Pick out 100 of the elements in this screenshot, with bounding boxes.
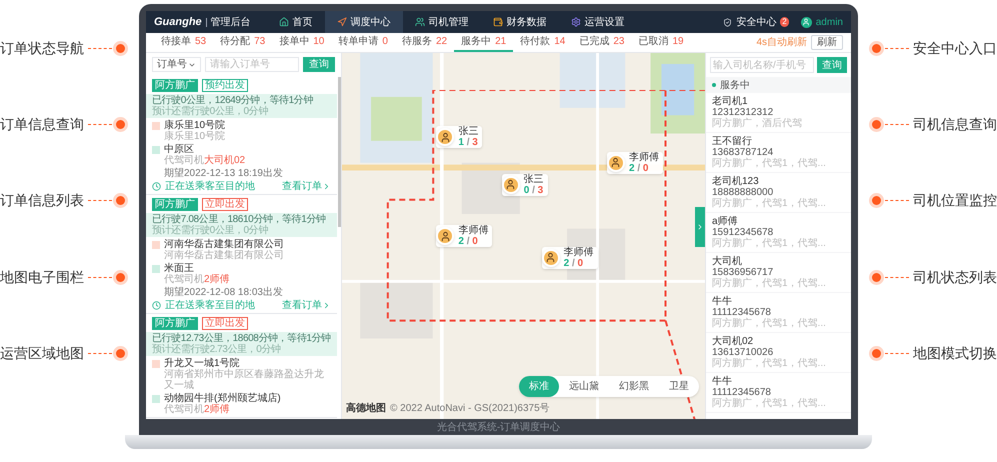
callout-label: 地图电子围栏 [0,268,84,287]
status-tab[interactable]: 待接单 53 [154,33,214,52]
wallet-icon [492,17,503,27]
map-attribution: © 2022 AutoNavi - GS(2021)6375号 [390,402,550,416]
driver-search-field[interactable]: 输入司机名称/手机号 [710,57,814,73]
driver-marker[interactable]: 李师傅 2 / 0 [436,225,492,248]
logo-subtitle: 管理后台 [210,16,251,30]
end-address: 动物园牛排(郑州颐艺城店) [164,393,281,404]
driver-list-item[interactable]: 王不留行 13683787124 阿方鹏广，代驾1，代驾... [706,133,851,173]
nav-tab[interactable]: 首页 [266,11,325,33]
driver-name: 老司机123 [712,176,760,187]
order-status: 正在送乘客至目的地 [165,181,255,192]
callout-label: 订单状态导航 [0,38,84,58]
driver-phone: 11112345678 [712,307,772,318]
driver-name: 牛牛 [712,376,733,387]
user-name[interactable]: admin [816,14,843,30]
clock-icon [152,182,161,191]
nav-tab[interactable]: 财务数据 [480,11,559,33]
driver-marker[interactable]: 李师傅 2 / 0 [542,246,598,269]
driver-marker[interactable]: 张三 0 / 3 [502,174,548,196]
callout-label: 运营区域地图 [0,344,84,364]
driver-name: 牛牛 [712,296,733,307]
order-tag: 阿方鹏广 [152,79,198,92]
driver-list-item[interactable]: 大司机 15836956717 阿方鹏广，代驾1，代驾... [706,253,851,293]
order-card[interactable]: 阿方鹏广 立即出发 已行驶12.73公里，18608分钟，等待1分钟 预计还需行驶2.73公里，0分钟 升龙又一城1号院 河南省郑州市中原区春藤路盈达升龙又一城 动物园牛排(郑州颐艺城店) 代驾司机2师傅 [146,314,337,418]
start-address-detail: 河南华磊古建集团有限公司 [164,250,284,261]
order-tag: 预约出发 [202,79,248,92]
order-count: 1 / 3 [458,137,478,148]
driver-note: 阿方鹏广，代驾1，代驾... [712,398,827,409]
driver-note: 阿方鹏广，代驾1，代驾... [712,238,827,249]
status-tab[interactable]: 已取消 19 [631,33,691,52]
status-tab[interactable]: 转单申请 0 [331,33,395,52]
driver-list-item[interactable]: 老司机123 18888888000 阿方鹏广，代驾1，代驾... [706,173,851,213]
callout-label: 司机信息查询 [913,115,997,134]
order-tag: 阿方鹏广 [152,198,198,211]
driver-list-item[interactable]: 牛牛 11112345678 阿方鹏广，代驾1，代驾... [706,293,851,333]
status-tab[interactable]: 接单中 10 [272,33,332,52]
driver-name: a师傅 [712,216,739,227]
driver-list-item[interactable]: 老司机1 12312312312 阿方鹏广，酒后代驾 [706,93,851,133]
trip-info-text: 已行驶12.73公里，18608分钟，等待1分钟 [152,333,331,344]
map-mode-tab[interactable]: 卫星 [659,376,699,397]
status-tab[interactable]: 待服务 22 [394,33,454,52]
settings-icon [570,17,581,27]
order-type-select[interactable]: 订单号 [152,57,201,72]
map-logo: 高德地图 [346,401,386,416]
order-card[interactable]: 阿方鹏广 立即出发 已行驶7.08公里，18610分钟，等待1分钟 预计还需行驶0公里，0分钟 河南华磊古建集团有限公司 河南华磊古建集团有限公司 米面王 代驾司机2师傅 期望2022-12-08 18:03出发 正在送乘客至目的地 查看订单 [146,195,337,314]
security-center-link[interactable]: 安全中心 [736,14,776,30]
nav-tab[interactable]: 运营设置 [558,11,637,33]
driver-note: 阿方鹏广，代驾1，代驾... [712,198,827,209]
refresh-button[interactable]: 刷新 [811,35,843,50]
nav-tab[interactable]: 司机管理 [402,11,481,33]
notification-badge: 2 [780,17,789,27]
order-count: 0 / 3 [524,184,544,196]
driver-text: 代驾司机大司机02 [164,155,246,166]
order-status: 正在送乘客至目的地 [165,300,255,311]
home-icon [278,17,289,27]
chevron-right-icon [322,182,331,191]
start-point-icon [152,241,160,249]
screen-caption: 光合代驾系统-订单调度中心 [436,420,560,434]
driver-avatar-icon [606,154,625,172]
map-mode-tab[interactable]: 远山黛 [559,376,609,397]
driver-name: 李师傅 [564,246,594,258]
driver-note: 阿方鹏广，代驾1，代驾... [712,318,827,329]
order-card[interactable]: 阿方鹏广 预约出发 已行驶0公里，12649分钟，等待1分钟 预计还需行驶0公里，0分钟 康乐里10号院 康乐里10号院 中原区 代驾司机大司机02 期望2022-12-13 18:19出发 正在送乘客至目的地 查看订单 [146,76,337,195]
driver-avatar-icon [502,176,520,194]
status-tab[interactable]: 待分配 73 [213,33,272,52]
order-search-field[interactable]: 请输入订单号 [205,57,299,72]
driver-list-item[interactable]: 牛牛 11112345678 阿方鹏广，代驾1，代驾... [706,373,851,413]
driver-list-item[interactable]: a师傅 15912345678 阿方鹏广，代驾1，代驾... [706,213,851,253]
end-address: 米面王 [164,263,194,274]
driver-text: 代驾司机2师傅 [164,404,231,415]
driver-marker[interactable]: 张三 1 / 3 [436,126,482,148]
start-address: 康乐里10号院 [164,120,226,131]
driver-list-item[interactable]: 大司机02 13613710026 阿方鹏广，代驾1，代驾... [706,333,851,373]
status-tab[interactable]: 已完成 23 [572,33,632,52]
driver-phone: 11112345678 [712,387,772,398]
driver-phone: 18888888000 [712,187,774,198]
driver-text: 代驾司机2师傅 [164,274,230,285]
chevron-right-icon [696,222,704,231]
driver-name: 张三 [458,126,478,138]
driver-note: 阿方鹏广，代驾1，代驾... [712,278,827,289]
trip-info-text: 预计还需行驶2.73公里，0分钟 [152,344,282,355]
order-count: 2 / 0 [458,236,479,248]
driver-marker[interactable]: 李师傅 2 / 0 [606,152,663,174]
end-point-icon [152,146,160,154]
nav-tab[interactable]: 调度中心 [324,11,403,33]
collapse-tab[interactable] [695,206,705,247]
shield-icon [723,18,732,26]
status-tab[interactable]: 待付款 14 [513,33,572,52]
callout-label: 司机位置监控 [913,191,997,210]
map-mode-tab[interactable]: 幻影黑 [609,376,659,397]
logo: Guanghe [154,14,202,30]
order-count: 2 / 0 [564,258,584,269]
scrollbar[interactable] [338,77,341,227]
driver-name: 李师傅 [458,225,488,236]
driver-avatar-icon [436,128,454,146]
driver-phone: 12312312312 [712,107,774,118]
driver-phone: 15836956717 [712,267,774,278]
driver-avatar-icon [542,248,560,267]
start-address: 河南华磊古建集团有限公司 [164,239,284,250]
